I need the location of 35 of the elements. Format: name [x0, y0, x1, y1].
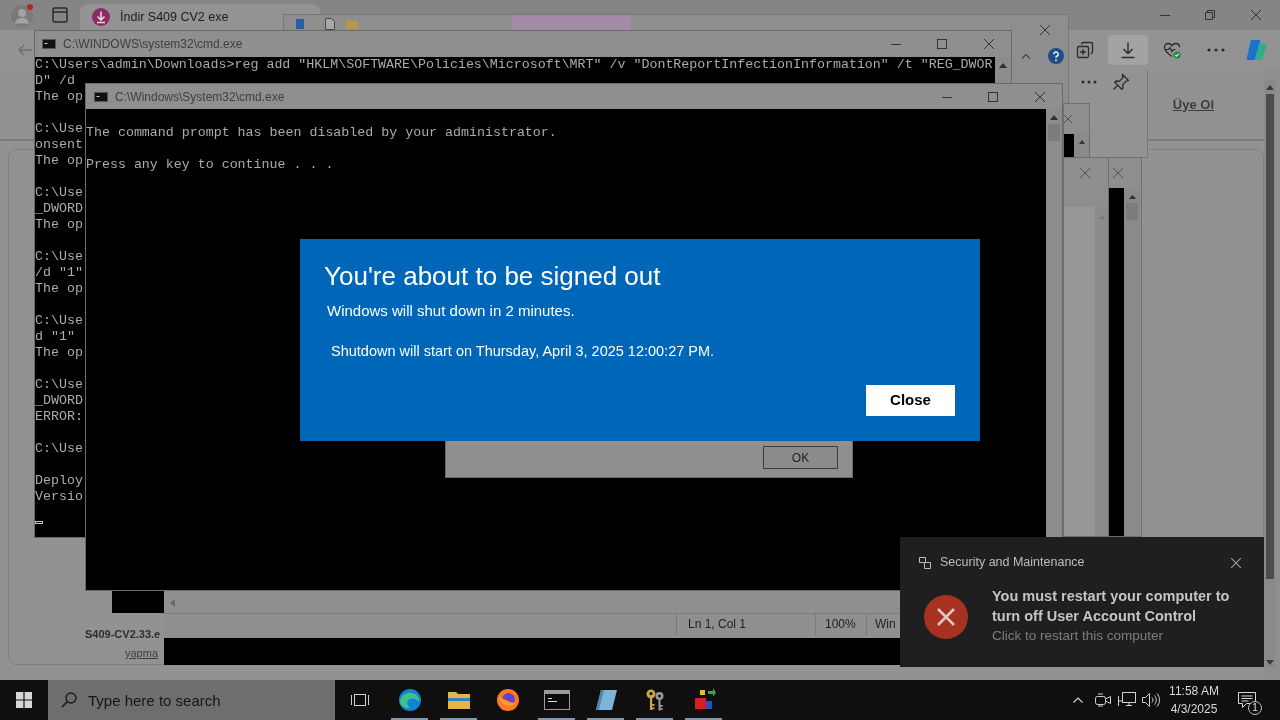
console-line: C:\Use: [35, 249, 83, 265]
console-line: C:\Use: [35, 377, 83, 393]
console-line: d "1": [35, 329, 75, 345]
notification-app-name: Security and Maintenance: [940, 554, 1085, 572]
console-line: The op: [35, 89, 83, 105]
console-line: /d "1": [35, 265, 83, 281]
console-line: C:\Users\admin\Downloads>reg add "HKLM\SOFTWARE\Policies\Microsoft\MRT" /v "DontReportInfectionInformation" /t "REG_DWOR: [35, 57, 993, 73]
console-line: The op: [35, 345, 83, 361]
console-line: The op: [35, 281, 83, 297]
console-line: ERROR:: [35, 409, 83, 425]
dialog-title: You're about to be signed out: [324, 261, 662, 291]
console-line: The op: [35, 153, 83, 169]
status-text: 100%: [815, 614, 866, 635]
file-name-text: S409-CV2.33.e: [85, 627, 161, 642]
console-line: The command prompt has been disabled by your administrator.: [86, 125, 557, 141]
console-line: The op: [35, 217, 83, 233]
console-line: _DWORD: [35, 201, 83, 217]
console-line: Press any key to continue . . .: [86, 157, 334, 173]
dialog-message: Windows will shut down in 2 minutes.: [327, 301, 576, 321]
notification-title: You must restart your computer to turn off User Account Control: [992, 587, 1231, 626]
console-line: _DWORD: [35, 393, 83, 409]
status-text: Ln 1, Col 1: [676, 614, 815, 635]
dialog-detail: Shutdown will start on Thursday, April 3, 2025 12:00:27 PM.: [331, 342, 716, 361]
console-line: C:\Use: [35, 313, 83, 329]
console-line: D" /d: [35, 73, 75, 89]
console-line: C:\Use: [35, 121, 83, 137]
console-line: Deploy: [35, 473, 83, 489]
window-title: C:\Windows\System32\cmd.exe: [115, 88, 285, 106]
window-title: C:\WINDOWS\system32\cmd.exe: [63, 36, 243, 53]
console-line: Versio: [35, 489, 83, 505]
notification-body: Click to restart this computer: [992, 627, 1165, 645]
console-line: onsent: [35, 137, 83, 153]
notification-count: 1: [1248, 701, 1262, 715]
console-line: C:\Use: [35, 441, 83, 457]
console-line: C:\Use: [35, 185, 83, 201]
